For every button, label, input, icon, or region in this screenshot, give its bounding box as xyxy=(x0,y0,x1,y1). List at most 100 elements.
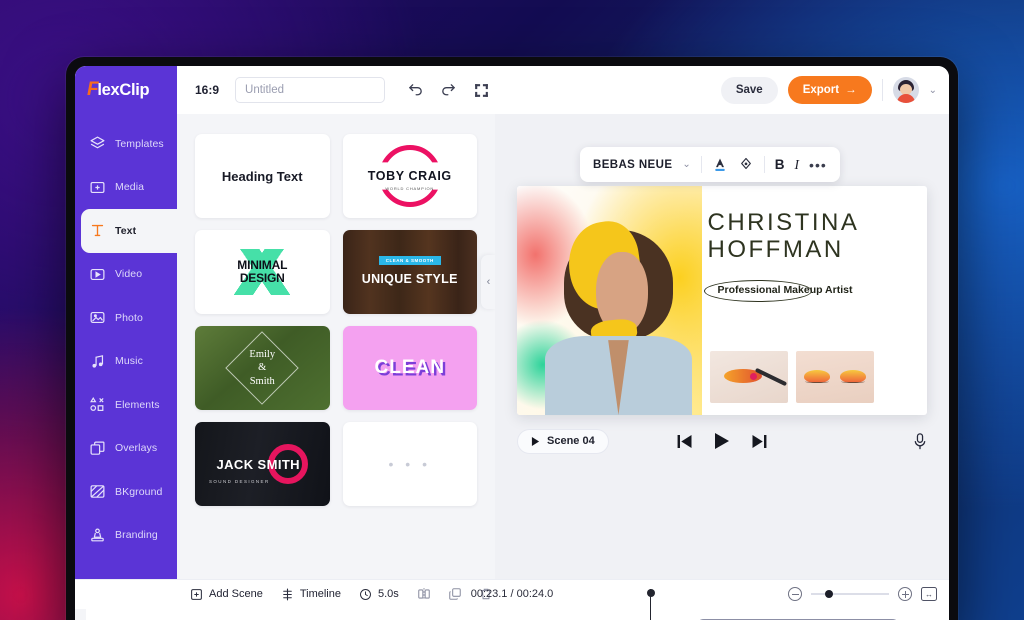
template-title: Emily & Smith xyxy=(249,348,275,387)
template-card[interactable]: MINIMAL DESIGN xyxy=(195,230,330,314)
background-icon xyxy=(90,485,105,499)
microphone-icon[interactable] xyxy=(913,432,927,450)
branding-stamp-icon xyxy=(91,528,104,542)
fill-color-icon[interactable] xyxy=(738,156,754,173)
bold-button[interactable]: B xyxy=(775,157,785,172)
panel-collapse-button[interactable]: ‹ xyxy=(481,255,495,309)
export-label: Export xyxy=(802,84,840,96)
canvas-subtitle-wrap: Professional Makeup Artist xyxy=(703,279,863,302)
scene-label: Scene 04 xyxy=(547,435,595,447)
font-chevron-down-icon[interactable]: ⌄ xyxy=(682,159,690,170)
template-title: MINIMAL DESIGN xyxy=(237,259,287,284)
zoom-out-icon[interactable] xyxy=(788,587,802,601)
canvas-thumbnail-1[interactable] xyxy=(709,351,788,403)
template-title: UNIQUE STYLE xyxy=(361,272,458,286)
canvas-text-block[interactable]: CHRISTINA HOFFMAN Professional Makeup Ar… xyxy=(702,186,928,415)
left-sidebar: Templates Media Text Video Photo Music E… xyxy=(75,114,177,579)
timeline-button[interactable]: Timeline xyxy=(281,588,341,601)
text-format-toolbar: BEBAS NEUE ⌄ B I ••• xyxy=(580,147,840,182)
template-card[interactable]: • • • xyxy=(342,422,477,506)
sidebar-item-templates[interactable]: Templates xyxy=(75,122,177,166)
account-chevron-down-icon[interactable]: ⌄ xyxy=(929,85,937,96)
timeline-area[interactable]: 01 02 03 xyxy=(75,588,949,620)
template-card[interactable]: Emily & Smith xyxy=(195,326,330,410)
zoom-slider-knob[interactable] xyxy=(825,590,833,598)
timeline-icon xyxy=(282,588,292,600)
duplicate-icon[interactable] xyxy=(448,587,462,601)
more-options-button[interactable]: ••• xyxy=(809,157,827,173)
play-icon[interactable] xyxy=(715,433,730,449)
italic-button[interactable]: I xyxy=(795,157,800,173)
template-title: Heading Text xyxy=(221,168,303,184)
sidebar-item-media[interactable]: Media xyxy=(75,166,177,210)
preview-player-controls: Scene 04 xyxy=(517,424,927,458)
text-templates-panel: Heading Text TOBY CRAIG WORLD CHAMPION M… xyxy=(177,114,495,579)
template-subtitle: WORLD CHAMPION xyxy=(385,186,435,191)
zoom-slider[interactable] xyxy=(811,590,889,598)
add-scene-label: Add Scene xyxy=(209,588,263,600)
transport-controls xyxy=(677,433,767,449)
sidebar-item-video[interactable]: Video xyxy=(75,253,177,297)
zoom-in-icon[interactable] xyxy=(898,587,912,601)
top-toolbar: FlexClip 16:9 Untitled Save Export → ⌄ xyxy=(75,66,949,114)
template-tag: CLEAN & SMOOTH xyxy=(378,256,441,265)
template-title: JACK SMITH xyxy=(216,456,300,472)
folder-plus-icon xyxy=(90,181,105,193)
timeline-gutter xyxy=(75,608,86,620)
loading-dots: • • • xyxy=(388,456,431,472)
sidebar-item-label: Media xyxy=(115,181,145,194)
template-card[interactable]: TOBY CRAIG WORLD CHAMPION xyxy=(342,134,477,218)
template-card[interactable]: CLEAN & SMOOTH UNIQUE STYLE xyxy=(342,230,477,314)
sidebar-item-overlays[interactable]: Overlays xyxy=(75,427,177,471)
undo-icon[interactable] xyxy=(407,82,424,99)
sidebar-item-bkground[interactable]: BKground xyxy=(75,470,177,514)
export-button[interactable]: Export → xyxy=(787,76,872,104)
layers-icon xyxy=(90,136,105,149)
save-button[interactable]: Save xyxy=(720,76,778,104)
template-line3: Smith xyxy=(249,375,275,387)
template-card[interactable]: CLEAN xyxy=(342,326,477,410)
sidebar-item-elements[interactable]: Elements xyxy=(75,383,177,427)
duration-button[interactable]: 5.0s xyxy=(359,588,399,601)
skip-previous-icon[interactable] xyxy=(677,434,693,448)
canvas-photo xyxy=(517,186,702,415)
text-color-icon[interactable] xyxy=(712,156,728,173)
canvas-subtitle: Professional Makeup Artist xyxy=(717,283,853,296)
toolbar-divider xyxy=(763,156,765,173)
skip-next-icon[interactable] xyxy=(752,434,767,448)
template-grid: Heading Text TOBY CRAIG WORLD CHAMPION M… xyxy=(195,134,477,506)
scene-badge[interactable]: Scene 04 xyxy=(517,428,609,454)
sidebar-item-photo[interactable]: Photo xyxy=(75,296,177,340)
sidebar-item-music[interactable]: Music xyxy=(75,340,177,384)
sidebar-item-label: BKground xyxy=(115,485,163,498)
template-line2: DESIGN xyxy=(239,271,285,285)
redo-icon[interactable] xyxy=(440,82,457,99)
photo-icon xyxy=(90,312,105,324)
template-title: TOBY CRAIG xyxy=(367,169,452,183)
sidebar-item-label: Templates xyxy=(115,137,164,150)
template-card[interactable]: Heading Text xyxy=(195,134,330,218)
project-title-input[interactable]: Untitled xyxy=(235,77,386,103)
template-title: CLEAN xyxy=(374,357,445,378)
template-line1: Emily xyxy=(249,349,276,361)
font-family-select[interactable]: BEBAS NEUE xyxy=(593,159,672,171)
chevron-left-icon: ‹ xyxy=(486,276,491,288)
sidebar-item-label: Text xyxy=(115,224,137,237)
shapes-icon xyxy=(90,397,104,412)
overlays-icon xyxy=(90,441,105,455)
template-card[interactable]: JACK SMITH SOUND DESIGNER xyxy=(195,422,330,506)
canvas-heading-line2: HOFFMAN xyxy=(707,235,844,263)
toolbar-divider xyxy=(700,156,702,173)
fullscreen-icon[interactable] xyxy=(473,82,490,99)
video-canvas[interactable]: CHRISTINA HOFFMAN Professional Makeup Ar… xyxy=(517,186,927,415)
sidebar-item-text[interactable]: Text xyxy=(81,209,177,253)
fit-width-icon[interactable]: ↔ xyxy=(921,587,937,601)
aspect-ratio-label[interactable]: 16:9 xyxy=(195,83,219,97)
playhead[interactable] xyxy=(645,588,657,620)
split-icon[interactable] xyxy=(417,587,431,601)
app-logo[interactable]: FlexClip xyxy=(75,66,177,114)
sidebar-item-branding[interactable]: Branding xyxy=(75,514,177,558)
avatar[interactable] xyxy=(892,77,919,103)
canvas-thumbnail-2[interactable] xyxy=(795,351,874,403)
add-scene-button[interactable]: Add Scene xyxy=(190,588,263,601)
